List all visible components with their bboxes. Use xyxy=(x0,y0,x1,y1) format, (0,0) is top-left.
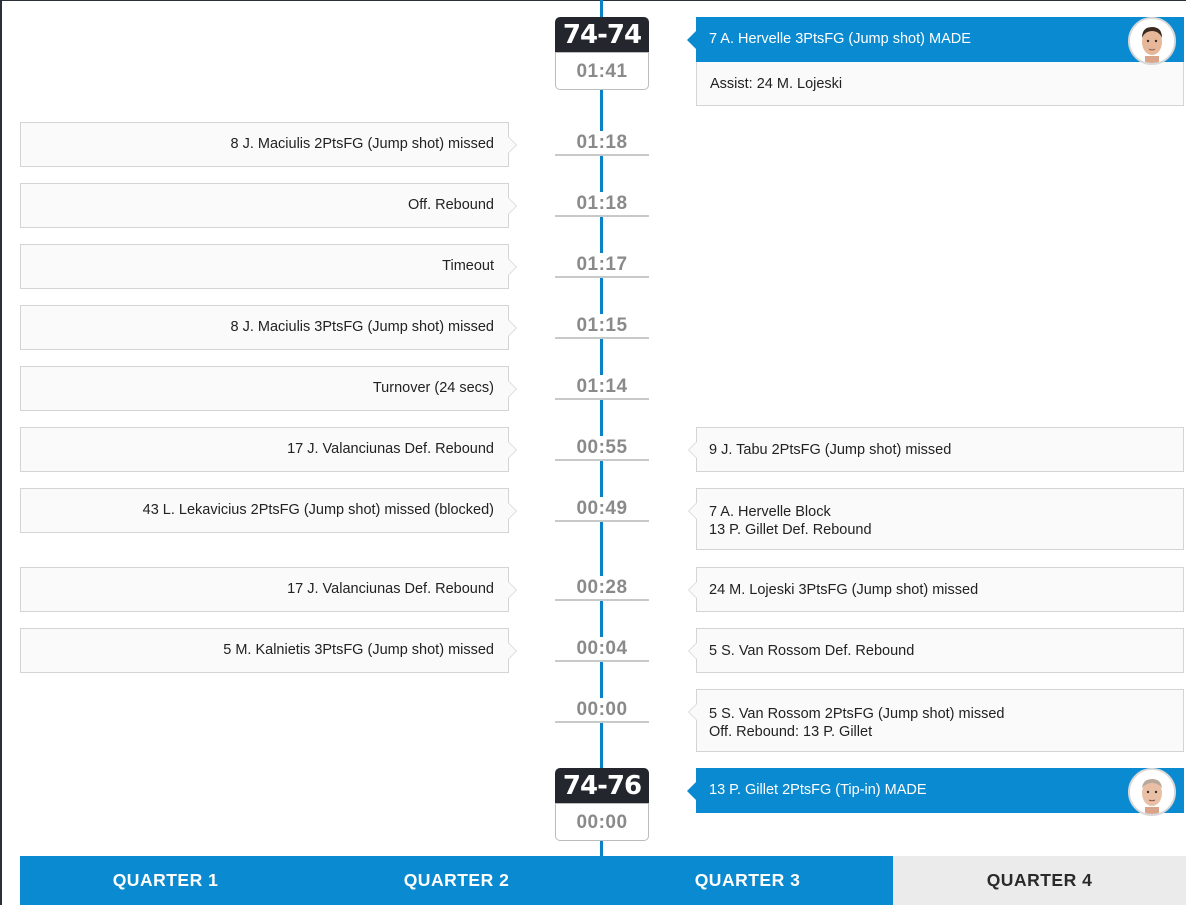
made-event-header: 13 P. Gillet 2PtsFG (Tip-in) MADE xyxy=(687,768,1184,813)
event-text: 17 J. Valanciunas Def. Rebound xyxy=(287,441,494,457)
away-event[interactable]: 5 S. Van Rossom Def. Rebound xyxy=(688,628,1184,673)
event-text: 43 L. Lekavicius 2PtsFG (Jump shot) miss… xyxy=(142,502,494,518)
away-event[interactable]: 9 J. Tabu 2PtsFG (Jump shot) missed xyxy=(688,427,1184,472)
time-label: 01:14 xyxy=(555,375,649,400)
event-text: 5 M. Kalnietis 3PtsFG (Jump shot) missed xyxy=(223,642,494,658)
time-label: 00:00 xyxy=(555,698,649,723)
made-event[interactable]: 13 P. Gillet 2PtsFG (Tip-in) MADE xyxy=(687,768,1184,816)
time-label: 00:28 xyxy=(555,576,649,601)
time-label: 00:49 xyxy=(555,497,649,522)
event-text: 24 M. Lojeski 3PtsFG (Jump shot) missed xyxy=(709,582,979,598)
timeline-line xyxy=(600,0,603,856)
away-event[interactable]: 5 S. Van Rossom 2PtsFG (Jump shot) misse… xyxy=(688,689,1184,752)
window-left-border xyxy=(0,0,2,905)
home-event[interactable]: 8 J. Maciulis 2PtsFG (Jump shot) missed xyxy=(20,122,517,167)
score-badge: 74-74 xyxy=(555,17,649,52)
event-text: 9 J. Tabu 2PtsFG (Jump shot) missed xyxy=(709,442,952,458)
event-text: 5 S. Van Rossom 2PtsFG (Jump shot) misse… xyxy=(709,706,1005,722)
event-text: 17 J. Valanciunas Def. Rebound xyxy=(287,581,494,597)
tab-quarter-1[interactable]: QUARTER 1 xyxy=(20,856,311,905)
tab-quarter-4[interactable]: QUARTER 4 xyxy=(893,856,1186,905)
made-event-text: 13 P. Gillet 2PtsFG (Tip-in) MADE xyxy=(709,782,927,798)
made-event-subtext: Assist: 24 M. Lojeski xyxy=(696,62,1184,106)
score-badge: 74-76 xyxy=(555,768,649,803)
time-label: 00:55 xyxy=(555,436,649,461)
time-label: 01:17 xyxy=(555,253,649,278)
away-event[interactable]: 7 A. Hervelle Block 13 P. Gillet Def. Re… xyxy=(688,488,1184,550)
home-event[interactable]: 43 L. Lekavicius 2PtsFG (Jump shot) miss… xyxy=(20,488,517,533)
event-text: Timeout xyxy=(442,258,494,274)
time-label: 01:18 xyxy=(555,131,649,156)
event-text: 7 A. Hervelle Block xyxy=(709,504,831,520)
made-event[interactable]: 7 A. Hervelle 3PtsFG (Jump shot) MADE As… xyxy=(687,17,1184,106)
event-text: Off. Rebound xyxy=(408,197,494,213)
event-text: 5 S. Van Rossom Def. Rebound xyxy=(709,643,915,659)
window-top-border xyxy=(0,0,1186,1)
home-event[interactable]: 8 J. Maciulis 3PtsFG (Jump shot) missed xyxy=(20,305,517,350)
made-event-text: 7 A. Hervelle 3PtsFG (Jump shot) MADE xyxy=(709,31,971,47)
home-event[interactable]: 17 J. Valanciunas Def. Rebound xyxy=(20,567,517,612)
event-text-secondary: Off. Rebound: 13 P. Gillet xyxy=(709,724,873,740)
player-portrait-icon xyxy=(1128,768,1176,816)
event-text: 8 J. Maciulis 2PtsFG (Jump shot) missed xyxy=(230,136,495,152)
home-event[interactable]: Turnover (24 secs) xyxy=(20,366,517,411)
tab-quarter-2[interactable]: QUARTER 2 xyxy=(311,856,602,905)
home-event[interactable]: Off. Rebound xyxy=(20,183,517,228)
time-label: 00:00 xyxy=(555,803,649,841)
player-portrait-icon xyxy=(1128,17,1176,65)
event-text: Turnover (24 secs) xyxy=(372,380,494,396)
away-event[interactable]: 24 M. Lojeski 3PtsFG (Jump shot) missed xyxy=(688,567,1184,612)
time-label: 00:04 xyxy=(555,637,649,662)
time-label: 01:41 xyxy=(555,52,649,90)
made-event-header: 7 A. Hervelle 3PtsFG (Jump shot) MADE xyxy=(687,17,1184,62)
time-label: 01:18 xyxy=(555,192,649,217)
home-event[interactable]: 5 M. Kalnietis 3PtsFG (Jump shot) missed xyxy=(20,628,517,673)
home-event[interactable]: Timeout xyxy=(20,244,517,289)
home-event[interactable]: 17 J. Valanciunas Def. Rebound xyxy=(20,427,517,472)
event-text-secondary: 13 P. Gillet Def. Rebound xyxy=(709,522,872,538)
time-label: 01:15 xyxy=(555,314,649,339)
tab-quarter-3[interactable]: QUARTER 3 xyxy=(602,856,893,905)
event-text: 8 J. Maciulis 3PtsFG (Jump shot) missed xyxy=(230,319,495,335)
quarter-tabs: QUARTER 1 QUARTER 2 QUARTER 3 QUARTER 4 xyxy=(20,856,1186,905)
